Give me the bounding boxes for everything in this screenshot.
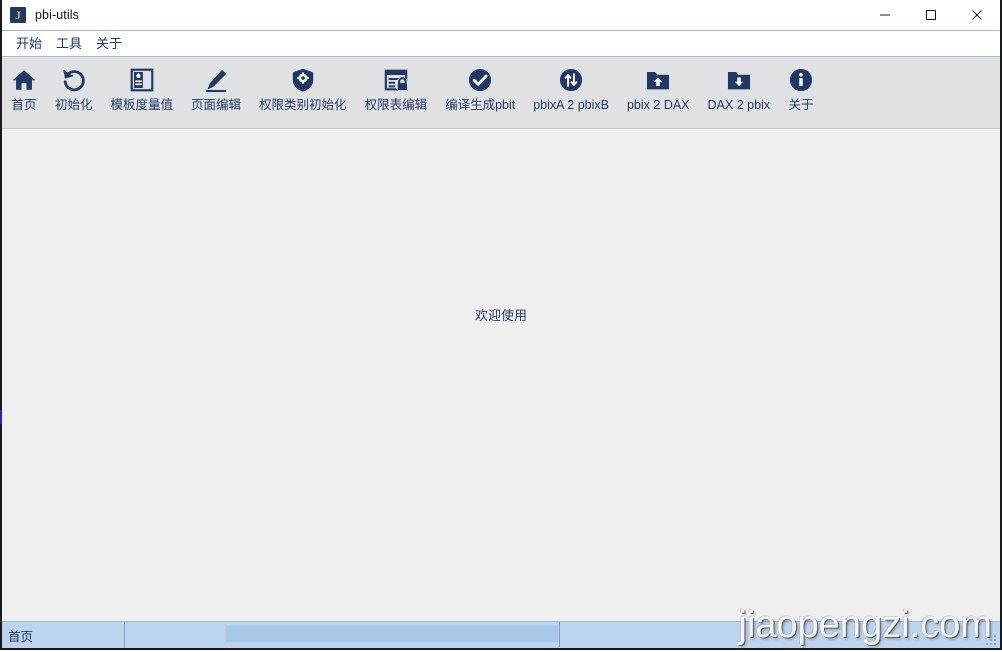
- status-bar-progress-panel: [125, 622, 1000, 648]
- status-bar-divider: [559, 622, 560, 647]
- toolbar-button-about[interactable]: 关于: [779, 65, 823, 113]
- folder-down-arrow-icon: [726, 65, 752, 95]
- toolbar-button-pbix-to-dax[interactable]: pbix 2 DAX: [618, 65, 699, 113]
- left-border-accent-mark: [0, 410, 2, 424]
- toolbar-button-page-edit[interactable]: 页面编辑: [182, 65, 250, 113]
- status-bar-progress-bar: [225, 625, 559, 643]
- window-title: pbi-utils: [35, 8, 79, 22]
- toolbar-label-permission-category-init: 权限类别初始化: [259, 98, 347, 112]
- application-window: J pbi-utils 开始 工具 关于 首页 初始化 模板度量值 页面编辑 权…: [0, 0, 1002, 650]
- folder-up-arrow-icon: [645, 65, 671, 95]
- toolbar: 首页 初始化 模板度量值 页面编辑 权限类别初始化 权限表编辑 编译生成pbit…: [2, 57, 1000, 129]
- toolbar-label-page-edit: 页面编辑: [191, 98, 242, 112]
- shield-gear-icon: [290, 65, 316, 95]
- info-circle-icon: [788, 65, 814, 95]
- status-bar-page-panel: 首页: [2, 622, 125, 648]
- toolbar-label-pbixa-to-pbixb: pbixA 2 pbixB: [533, 98, 609, 112]
- toolbar-label-permission-table-edit: 权限表编辑: [364, 98, 428, 112]
- close-button[interactable]: [954, 0, 1000, 30]
- menu-item-tools[interactable]: 工具: [49, 35, 89, 52]
- maximize-icon: [925, 9, 937, 21]
- welcome-message: 欢迎使用: [474, 307, 527, 323]
- toolbar-label-compile-pbit: 编译生成pbit: [445, 98, 516, 112]
- maximize-button[interactable]: [908, 0, 954, 30]
- toolbar-label-home: 首页: [11, 98, 37, 112]
- menu-item-start[interactable]: 开始: [9, 35, 49, 52]
- menu-bar: 开始 工具 关于: [2, 31, 1000, 57]
- menu-item-about[interactable]: 关于: [89, 35, 129, 52]
- minimize-button[interactable]: [862, 0, 908, 30]
- toolbar-label-initialize: 初始化: [55, 98, 93, 112]
- transfer-arrows-circle-icon: [558, 65, 584, 95]
- status-bar: 首页: [2, 621, 1000, 648]
- toolbar-button-compile-pbit[interactable]: 编译生成pbit: [436, 65, 524, 113]
- toolbar-button-permission-table-edit[interactable]: 权限表编辑: [356, 65, 437, 113]
- check-circle-icon: [467, 65, 493, 95]
- home-icon: [11, 65, 37, 95]
- toolbar-label-about: 关于: [788, 98, 814, 112]
- title-bar: J pbi-utils: [2, 0, 1000, 31]
- status-bar-page-label: 首页: [8, 629, 34, 644]
- window-controls: [862, 0, 1000, 30]
- reset-circular-arrow-icon: [61, 65, 87, 95]
- toolbar-button-dax-to-pbix[interactable]: DAX 2 pbix: [699, 65, 780, 113]
- table-lock-icon: [383, 65, 409, 95]
- toolbar-button-initialize[interactable]: 初始化: [46, 65, 102, 113]
- resize-grip[interactable]: [985, 634, 998, 647]
- toolbar-label-dax-to-pbix: DAX 2 pbix: [707, 98, 771, 112]
- close-icon: [971, 9, 983, 21]
- app-icon: J: [10, 7, 26, 23]
- main-content-area: 欢迎使用: [0, 129, 1000, 621]
- toolbar-button-template-measure[interactable]: 模板度量值: [102, 65, 183, 113]
- toolbar-button-permission-category-init[interactable]: 权限类别初始化: [250, 65, 356, 113]
- toolbar-label-template-measure: 模板度量值: [110, 98, 174, 112]
- toolbar-label-pbix-to-dax: pbix 2 DAX: [626, 98, 690, 112]
- toolbar-button-home[interactable]: 首页: [2, 65, 46, 113]
- pencil-edit-icon: [203, 65, 229, 95]
- minimize-icon: [879, 9, 891, 21]
- toolbar-button-pbixa-to-pbixb[interactable]: pbixA 2 pbixB: [524, 65, 618, 113]
- template-panel-icon: [129, 65, 155, 95]
